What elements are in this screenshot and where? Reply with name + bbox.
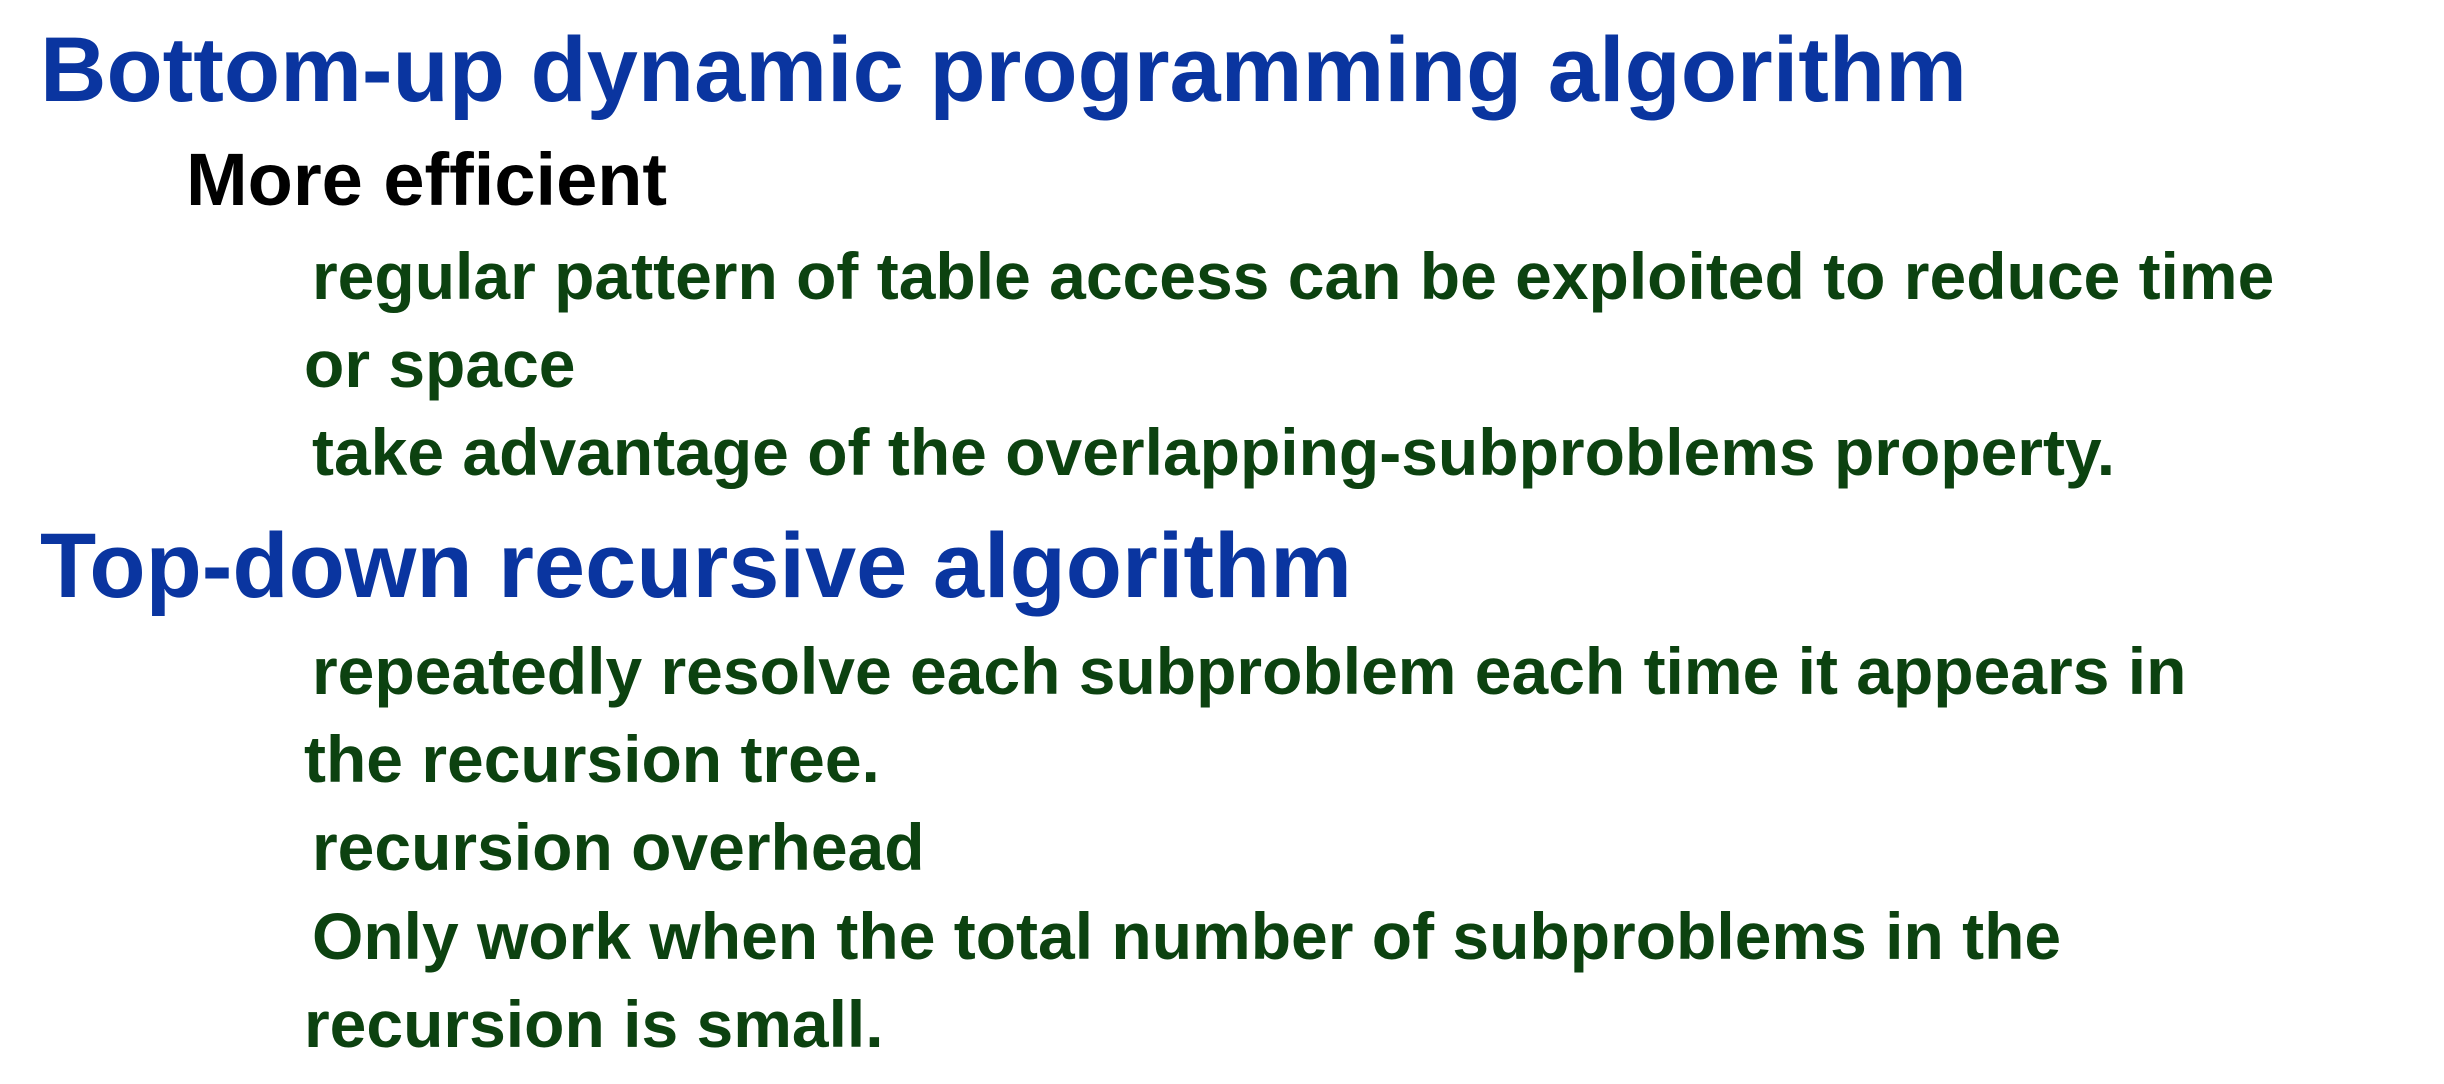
slide: Bottom-up dynamic programming algorithm …	[0, 0, 2444, 1084]
bullet-only-work-cont: recursion is small.	[304, 987, 884, 1061]
bullet-resolve-subproblem-cont: the recursion tree.	[304, 722, 880, 796]
bullet-only-work: Only work when the total number of subpr…	[312, 899, 2062, 973]
heading-top-down: Top-down recursive algorithm	[40, 515, 1352, 617]
subheading-more-efficient: More efficient	[186, 138, 668, 221]
bullet-overlapping-subproblems: take advantage of the overlapping-subpro…	[312, 415, 2116, 489]
bullet-resolve-subproblem: repeatedly resolve each subproblem each …	[312, 634, 2187, 708]
bullet-table-access-cont: or space	[304, 327, 576, 401]
bullet-recursion-overhead: recursion overhead	[312, 810, 925, 884]
heading-bottom-up: Bottom-up dynamic programming algorithm	[40, 19, 1967, 121]
bullet-table-access: regular pattern of table access can be e…	[312, 239, 2275, 313]
